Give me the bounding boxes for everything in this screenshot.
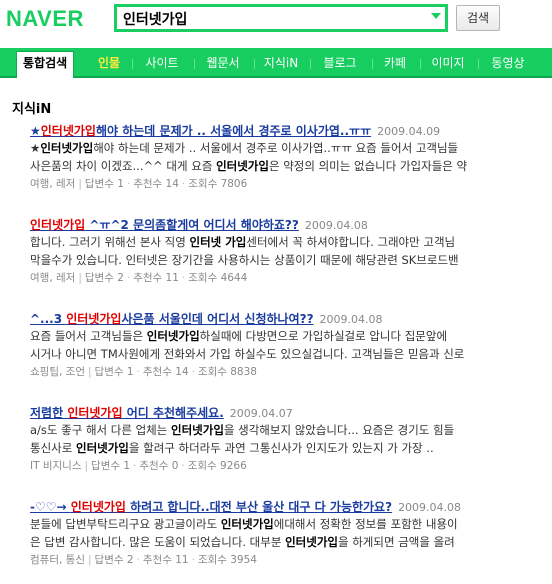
- tab-knowledge-in[interactable]: 지식iN: [260, 52, 302, 76]
- result-snippet-line: 분들에 답변부탁드리구요 광고글이라도 인터넷가입에대해서 정확한 정보를 포함…: [30, 517, 458, 531]
- tab-web-documents[interactable]: 웹문서: [200, 52, 246, 76]
- tab-blog[interactable]: 블로그: [318, 52, 362, 76]
- nav-divider: [372, 59, 373, 69]
- list-item: ★인터넷가입해야 하는데 문제가 .. 서울에서 경주로 이사가엽..ㅠㅠ 200…: [30, 122, 552, 193]
- result-snippet-line: 합니다. 그러기 위해선 본사 직영 인터넷 가입센터에서 꼭 하셔야합니다. …: [30, 235, 456, 249]
- result-snippet-line: 시거나 아니면 TM사원에게 전화와서 가입 하실수도 있으실겁니다. 고객님들…: [30, 347, 465, 361]
- tab-images[interactable]: 이미지: [428, 52, 468, 76]
- tab-people[interactable]: 인물: [94, 52, 124, 76]
- tab-cafe[interactable]: 카페: [380, 52, 410, 76]
- result-meta: 컴퓨터, 통신 | 답변수 2 · 추천수 11 · 조회수 3954: [30, 554, 257, 566]
- nav-divider: [420, 59, 421, 69]
- naver-logo[interactable]: NAVER: [6, 6, 84, 32]
- nav-divider: [310, 59, 311, 69]
- category-link[interactable]: IT 비지니스: [30, 460, 82, 472]
- nav-divider: [254, 59, 255, 69]
- search-box[interactable]: [114, 4, 448, 32]
- result-date: 2009.04.07: [229, 407, 293, 420]
- result-snippet-line: a/s도 좋구 해서 다른 업체는 인터넷가입을 생각해보지 않았습니다... …: [30, 423, 455, 437]
- category-link[interactable]: 쇼핑팁, 조언: [30, 366, 85, 378]
- nav-divider: [478, 59, 479, 69]
- result-meta: 여행, 레저 | 답변수 2 · 추천수 11 · 조회수 4644: [30, 272, 248, 284]
- list-item: 인터넷가입 ^ㅠ^2 문의좀할게여 어디서 해야하죠?? 2009.04.08 합…: [30, 216, 552, 287]
- chevron-down-icon[interactable]: [431, 13, 441, 19]
- tab-sites[interactable]: 사이트: [140, 52, 184, 76]
- result-meta: IT 비지니스 | 답변수 1 · 추천수 0 · 조회수 9266: [30, 460, 247, 472]
- tab-videos[interactable]: 동영상: [486, 52, 530, 76]
- result-snippet-line: 통신사로 인터넷가입을 할려구 하더라두 과연 그통신사가 인지도가 있는지 가…: [30, 441, 434, 455]
- tab-integrated-search[interactable]: 통합검색: [16, 51, 75, 78]
- list-item: -♡♡→ 인터넷가입 하려고 합니다..대전 부산 울산 대구 다 가능한가요?…: [30, 498, 552, 569]
- result-date: 2009.04.08: [398, 501, 462, 514]
- result-title-link[interactable]: ^...3 인터넷가입사은품 서울인데 어디서 신청하나여??: [30, 312, 314, 326]
- category-link[interactable]: 여행, 레저: [30, 272, 75, 284]
- result-date: 2009.04.08: [304, 219, 368, 232]
- result-title-link[interactable]: ★인터넷가입해야 하는데 문제가 .. 서울에서 경주로 이사가엽..ㅠㅠ: [30, 124, 371, 138]
- search-button[interactable]: 검색: [456, 5, 500, 31]
- result-snippet-line: 요즘 들어서 고객님들은 인터넷가입하실때에 다방면으로 가입하실걸로 압니다 …: [30, 329, 448, 343]
- result-title-link[interactable]: -♡♡→ 인터넷가입 하려고 합니다..대전 부산 울산 대구 다 가능한가요?: [30, 500, 392, 514]
- category-link[interactable]: 컴퓨터, 통신: [30, 554, 85, 566]
- result-title-link[interactable]: 저렴한 인터넷가입 어디 추천해주세요.: [30, 406, 224, 420]
- section-title: 지식iN: [12, 102, 52, 117]
- result-snippet-line: 은 답변 감사합니다. 많은 도움이 되었습니다. 대부분 인터넷가입을 하게되…: [30, 535, 455, 549]
- result-snippet-line: 사은품의 차이 이겠죠...^^ 대게 요즘 인터넷가입은 약정의 의미는 없습…: [30, 159, 468, 173]
- result-date: 2009.04.09: [377, 125, 441, 138]
- top-search-bar: NAVER 검색: [0, 0, 552, 42]
- nav-divider: [132, 59, 133, 69]
- nav-divider: [194, 59, 195, 69]
- result-snippet-line: 막을수가 있습니다. 인터넷은 장기간을 사용하시는 상품이기 때문에 해당관련…: [30, 253, 459, 267]
- result-snippet-line: ★인터넷가입해야 하는데 문제가 .. 서울에서 경주로 이사가엽..ㅠㅠ 요즘…: [30, 141, 459, 155]
- result-meta: 쇼핑팁, 조언 | 답변수 1 · 추천수 14 · 조회수 8838: [30, 366, 257, 378]
- result-date: 2009.04.08: [319, 313, 383, 326]
- result-meta: 여행, 레저 | 답변수 1 · 추천수 14 · 조회수 7806: [30, 178, 248, 190]
- result-title-link[interactable]: 인터넷가입 ^ㅠ^2 문의좀할게여 어디서 해야하죠??: [30, 218, 299, 232]
- search-category-nav: 통합검색 인물 사이트 웹문서 지식iN 블로그 카페 이미지 동영상: [0, 48, 552, 78]
- list-item: ^...3 인터넷가입사은품 서울인데 어디서 신청하나여?? 2009.04.0…: [30, 310, 552, 381]
- search-input[interactable]: [123, 9, 423, 29]
- category-link[interactable]: 여행, 레저: [30, 178, 75, 190]
- list-item: 저렴한 인터넷가입 어디 추천해주세요. 2009.04.07 a/s도 좋구 해…: [30, 404, 552, 475]
